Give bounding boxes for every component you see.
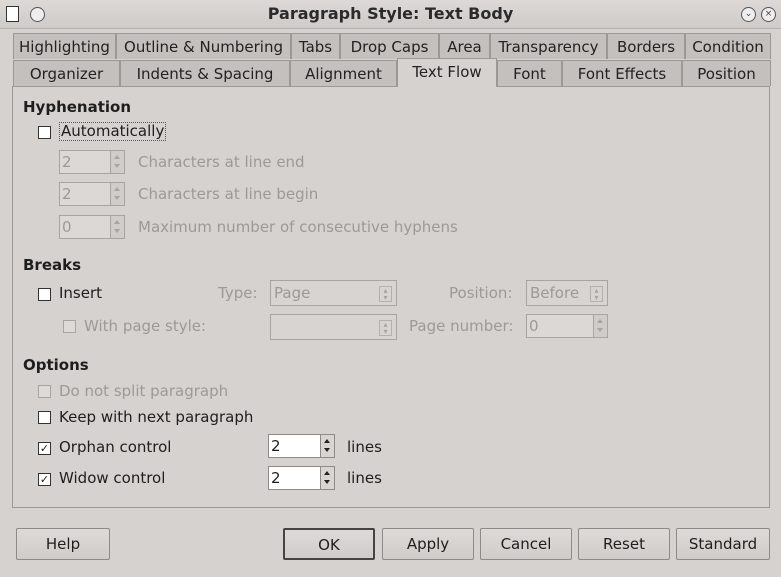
tab-transparency[interactable]: Transparency <box>490 33 607 59</box>
page-number-value: 0 <box>529 317 539 335</box>
window-title: Paragraph Style: Text Body <box>267 4 514 23</box>
position-label: Position: <box>449 284 513 302</box>
help-button[interactable]: Help <box>16 528 110 560</box>
keep-with-next-checkbox[interactable] <box>38 411 51 424</box>
tab-alignment[interactable]: Alignment <box>290 60 397 86</box>
cancel-button[interactable]: Cancel <box>480 528 572 560</box>
max-hyphens-spinner: 0 <box>59 215 125 239</box>
combo-arrows-icon: ▴ ▾ <box>590 286 603 302</box>
close-icon[interactable]: × <box>761 7 776 22</box>
do-not-split-label: Do not split paragraph <box>59 382 229 400</box>
ok-button[interactable]: OK <box>283 528 375 560</box>
orphan-control-label[interactable]: Orphan control <box>59 438 171 456</box>
chars-line-begin-spinner: 2 <box>59 182 125 206</box>
combo-arrows-icon: ▴ ▾ <box>379 320 392 336</box>
tab-borders[interactable]: Borders <box>607 33 685 59</box>
tab-font[interactable]: Font <box>497 60 562 86</box>
reset-button[interactable]: Reset <box>578 528 670 560</box>
max-hyphens-value: 0 <box>62 218 72 236</box>
standard-button[interactable]: Standard <box>676 528 770 560</box>
spinner-arrows-icon[interactable] <box>320 435 334 457</box>
spinner-arrows-icon <box>110 183 124 205</box>
position-value: Before <box>530 284 580 302</box>
chevron-down-icon[interactable]: ⌄ <box>741 7 756 22</box>
page-number-label: Page number: <box>409 317 514 335</box>
widow-control-checkbox[interactable]: ✓ <box>38 473 51 486</box>
do-not-split-checkbox <box>38 385 51 398</box>
insert-label[interactable]: Insert <box>59 284 102 302</box>
widow-lines-value[interactable]: 2 <box>271 469 281 487</box>
spinner-arrows-icon <box>593 315 607 337</box>
breaks-heading: Breaks <box>23 256 82 274</box>
tab-position[interactable]: Position <box>682 60 771 86</box>
type-combo: Page ▴ ▾ <box>270 280 397 306</box>
tab-organizer[interactable]: Organizer <box>13 60 120 86</box>
orphan-control-checkbox[interactable]: ✓ <box>38 442 51 455</box>
tab-drop-caps[interactable]: Drop Caps <box>340 33 439 59</box>
keep-with-next-label[interactable]: Keep with next paragraph <box>59 408 253 426</box>
type-label: Type: <box>218 284 258 302</box>
apply-button[interactable]: Apply <box>382 528 474 560</box>
widow-unit-label: lines <box>347 469 382 487</box>
page-number-spinner: 0 <box>526 314 608 338</box>
type-value: Page <box>274 284 311 302</box>
insert-checkbox[interactable] <box>38 288 51 301</box>
with-page-style-label: With page style: <box>84 317 207 335</box>
orphan-lines-value[interactable]: 2 <box>271 437 281 455</box>
automatically-label[interactable]: Automatically <box>59 122 167 141</box>
orphan-unit-label: lines <box>347 438 382 456</box>
chars-line-begin-value: 2 <box>62 185 72 203</box>
chars-line-end-spinner: 2 <box>59 150 125 174</box>
orphan-lines-spinner[interactable]: 2 <box>268 434 335 458</box>
widow-control-label[interactable]: Widow control <box>59 469 165 487</box>
chars-line-end-label: Characters at line end <box>138 153 305 171</box>
text-flow-panel: Hyphenation Automatically 2 Characters a… <box>12 86 770 508</box>
tab-font-effects[interactable]: Font Effects <box>562 60 682 86</box>
widow-lines-spinner[interactable]: 2 <box>268 466 335 490</box>
tab-outline-numbering[interactable]: Outline & Numbering <box>116 33 291 59</box>
spinner-arrows-icon <box>110 151 124 173</box>
hyphenation-heading: Hyphenation <box>23 98 132 116</box>
with-page-style-checkbox <box>63 320 76 333</box>
tab-condition[interactable]: Condition <box>685 33 771 59</box>
max-hyphens-label: Maximum number of consecutive hyphens <box>138 218 458 236</box>
page-style-combo: ▴ ▾ <box>270 314 397 340</box>
chars-line-end-value: 2 <box>62 153 72 171</box>
tab-area[interactable]: Area <box>439 33 490 59</box>
combo-arrows-icon: ▴ ▾ <box>379 286 392 302</box>
tab-text-flow[interactable]: Text Flow <box>397 58 497 87</box>
options-heading: Options <box>23 356 89 374</box>
automatically-checkbox[interactable] <box>38 126 51 139</box>
chars-line-begin-label: Characters at line begin <box>138 185 319 203</box>
tab-highlighting[interactable]: Highlighting <box>13 33 116 59</box>
tab-indents-spacing[interactable]: Indents & Spacing <box>120 60 290 86</box>
spinner-arrows-icon[interactable] <box>320 467 334 489</box>
tab-tabs[interactable]: Tabs <box>291 33 340 59</box>
spinner-arrows-icon <box>110 216 124 238</box>
position-combo: Before ▴ ▾ <box>526 280 608 306</box>
